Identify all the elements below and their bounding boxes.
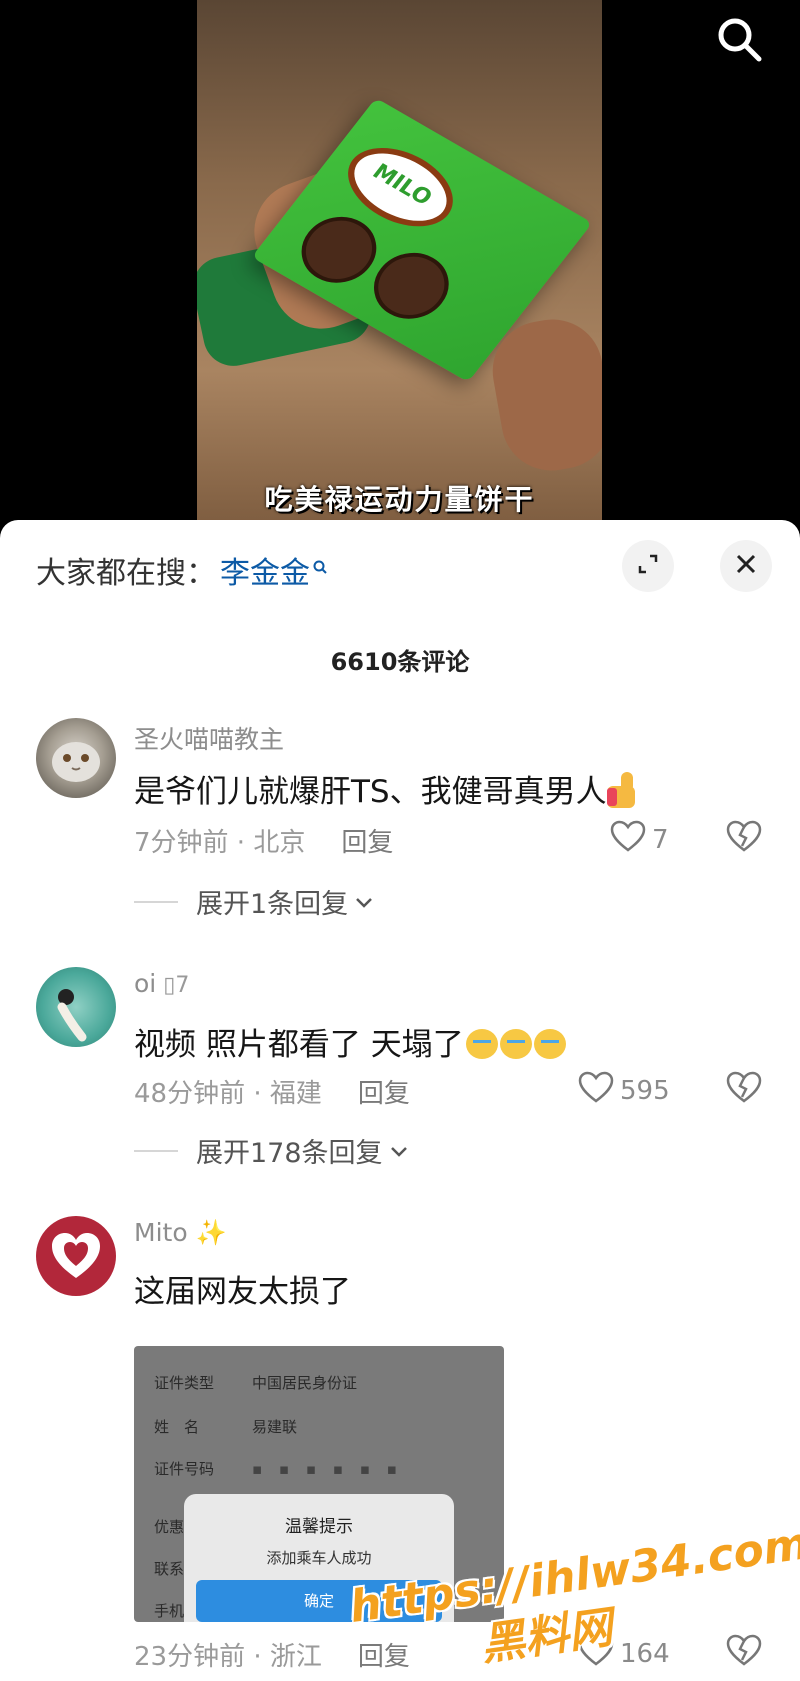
expand-replies-label: 展开178条回复 <box>196 1138 383 1169</box>
comment-time-location: 48分钟前 · 福建 <box>134 1079 322 1109</box>
shot-row-label: 优惠 <box>154 1518 185 1536</box>
reply-button[interactable]: 回复 <box>358 1636 410 1673</box>
dislike-button[interactable] <box>726 1071 762 1107</box>
comment-meta: 48分钟前 · 福建 回复 <box>134 1073 410 1110</box>
divider-line <box>134 900 178 903</box>
video-caption: 吃美禄运动力量饼干 <box>264 483 535 516</box>
comment-panel: 大家都在搜： 李金金 6610条评论 圣火喵喵教主 是爷们儿就爆肝TS、我健哥真… <box>0 520 800 1681</box>
dislike-button[interactable] <box>726 820 762 856</box>
search-icon <box>312 548 328 583</box>
heart-icon <box>610 820 652 859</box>
like-button[interactable]: 595 <box>578 1071 670 1110</box>
close-icon <box>735 553 757 579</box>
broken-heart-icon <box>726 820 762 856</box>
avatar[interactable] <box>36 967 116 1047</box>
thumbs-up-emoji <box>606 772 651 808</box>
comment-text: 这届网友太损了 <box>134 1274 351 1310</box>
comment-count: 6610条评论 <box>330 648 470 676</box>
video-player[interactable]: MILO 吃美禄运动力量饼干 <box>0 0 800 530</box>
dialog-title: 温馨提示 <box>285 1517 353 1537</box>
comment-username-text: oi <box>134 969 157 998</box>
comment-text: 是爷们儿就爆肝TS、我健哥真男人 <box>134 766 651 811</box>
expand-replies[interactable]: 展开178条回复 <box>134 1131 409 1170</box>
like-button[interactable]: 7 <box>610 820 669 859</box>
crying-emoji <box>465 1029 498 1059</box>
crying-emoji <box>533 1029 566 1059</box>
shot-row-value-masked: ▪ ▪ ▪ ▪ ▪ ▪ <box>252 1460 403 1478</box>
heart-icon <box>578 1071 620 1110</box>
shot-row-label: 姓 名 <box>154 1418 200 1436</box>
collapse-icon <box>636 552 660 580</box>
comment-text-content: 视频 照片都看了 天塌了 <box>134 1027 464 1063</box>
reply-button[interactable]: 回复 <box>358 1073 410 1110</box>
comment-text-content: 是爷们儿就爆肝TS、我健哥真男人 <box>134 774 607 810</box>
comment-time-location: 23分钟前 · 浙江 <box>134 1642 322 1672</box>
comment-username[interactable]: 圣火喵喵教主 <box>134 720 284 756</box>
dislike-button[interactable] <box>726 1634 762 1670</box>
comment-username[interactable]: Mito ✨ <box>134 1218 227 1248</box>
shot-row-label: 证件类型 <box>154 1374 215 1392</box>
chevron-down-icon <box>389 1135 409 1166</box>
hot-search-bar[interactable]: 大家都在搜： 李金金 <box>36 548 328 592</box>
comment-meta: 7分钟前 · 北京 回复 <box>134 822 393 859</box>
like-count: 595 <box>620 1075 670 1106</box>
shot-row-label: 证件号码 <box>154 1460 215 1478</box>
shot-row-value: 中国居民身份证 <box>252 1374 358 1392</box>
divider-line <box>134 1149 178 1152</box>
comment-username-text: Mito <box>134 1218 188 1247</box>
hot-search-term[interactable]: 李金金 <box>220 548 310 592</box>
expand-replies[interactable]: 展开1条回复 <box>134 882 374 921</box>
reply-button[interactable]: 回复 <box>341 822 393 859</box>
close-button[interactable] <box>720 540 772 592</box>
sparkles-icon: ✨ <box>187 1218 227 1247</box>
shot-row-value: 易建联 <box>252 1418 298 1436</box>
collapse-button[interactable] <box>622 540 674 592</box>
comment-username[interactable]: oi ▯7 <box>134 969 189 998</box>
broken-heart-icon <box>726 1071 762 1107</box>
avatar[interactable] <box>36 718 116 798</box>
video-frame[interactable]: MILO 吃美禄运动力量饼干 <box>197 0 602 530</box>
comment-text: 视频 照片都看了 天塌了 <box>134 1019 566 1064</box>
search-icon[interactable] <box>714 14 764 64</box>
broken-heart-icon <box>726 1634 762 1670</box>
chevron-down-icon <box>354 886 374 917</box>
like-count: 7 <box>652 824 669 855</box>
dialog-message: 添加乘车人成功 <box>266 1549 372 1567</box>
crying-emoji <box>499 1029 532 1059</box>
comment-time-location: 7分钟前 · 北京 <box>134 828 306 858</box>
shot-row-label: 手机 <box>154 1602 185 1620</box>
comment-meta: 23分钟前 · 浙江 回复 <box>134 1636 410 1673</box>
avatar[interactable] <box>36 1216 116 1296</box>
expand-replies-label: 展开1条回复 <box>196 889 349 920</box>
hot-search-prefix: 大家都在搜： <box>36 556 216 591</box>
like-count: 164 <box>620 1638 670 1669</box>
